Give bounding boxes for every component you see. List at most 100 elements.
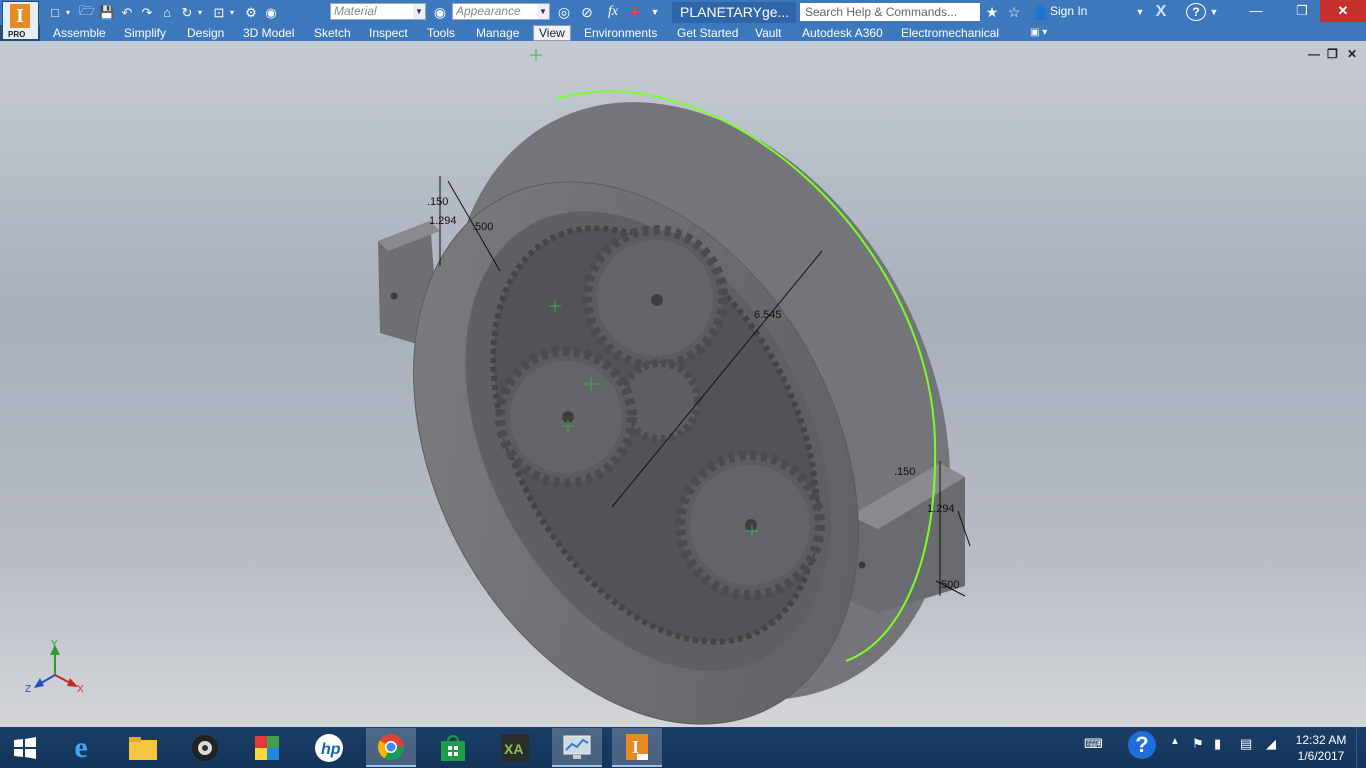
chevron-down-icon[interactable]: ▾ bbox=[198, 8, 206, 17]
parameters-fx-icon[interactable]: fx bbox=[603, 3, 623, 21]
help-tray-icon[interactable]: ? bbox=[1128, 731, 1156, 759]
monitor-chart-icon bbox=[563, 735, 591, 759]
dimension-right-500[interactable]: .500 bbox=[938, 579, 959, 591]
quick-access-toolbar: □ ▾ 🗁 💾 ↶ ↷ ⌂ ↻ ▾ ⊡ ▾ ⚙ ◉ bbox=[46, 3, 282, 22]
svg-text:XA: XA bbox=[504, 741, 523, 757]
open-folder-icon[interactable]: 🗁 bbox=[78, 3, 96, 22]
tab-inspect[interactable]: Inspect bbox=[369, 25, 408, 41]
user-icon[interactable]: 👤 bbox=[1032, 3, 1049, 21]
minimize-button[interactable]: — bbox=[1234, 0, 1278, 22]
search-help-input[interactable]: Search Help & Commands... bbox=[800, 3, 980, 21]
network-signal-icon[interactable]: ▤ bbox=[1240, 736, 1252, 752]
task-manager-button[interactable] bbox=[552, 728, 602, 767]
tab-vault[interactable]: Vault bbox=[755, 25, 781, 41]
tab-autodesk-a360[interactable]: Autodesk A360 bbox=[802, 25, 883, 41]
webcam-app-button[interactable] bbox=[180, 728, 230, 767]
new-file-icon[interactable]: □ bbox=[46, 4, 64, 22]
show-desktop-button[interactable] bbox=[1356, 727, 1366, 768]
tab-assemble[interactable]: Assemble bbox=[53, 25, 106, 41]
graphics-viewport[interactable]: — ❐ ✕ 6.545 .150 1.294 .500 .150 1.294 .… bbox=[0, 41, 1366, 727]
save-icon[interactable]: 💾 bbox=[98, 4, 116, 22]
chevron-down-icon[interactable]: ▼ bbox=[1208, 3, 1220, 21]
tab-manage[interactable]: Manage bbox=[476, 25, 519, 41]
store-bag-icon bbox=[441, 734, 465, 761]
appearance-placeholder: Appearance bbox=[456, 4, 521, 18]
measure-icon[interactable]: ⚙ bbox=[242, 4, 260, 22]
ribbon-display-options-icon[interactable]: ▣ ▾ bbox=[1030, 25, 1047, 41]
favorites-star-icon[interactable]: ☆ bbox=[1006, 3, 1022, 21]
chevron-down-icon[interactable]: ▼ bbox=[1134, 3, 1146, 21]
binoculars-icon[interactable]: ★ bbox=[984, 3, 1000, 21]
chevron-down-icon[interactable]: ▾ bbox=[230, 8, 238, 17]
planet-gear-lower[interactable] bbox=[675, 450, 825, 600]
system-clock[interactable]: 12:32 AM 1/6/2017 bbox=[1290, 732, 1352, 764]
undo-icon[interactable]: ↶ bbox=[118, 4, 136, 22]
sign-in-link[interactable]: Sign In bbox=[1050, 4, 1087, 18]
document-title: PLANETARYge... bbox=[672, 2, 796, 23]
tab-simplify[interactable]: Simplify bbox=[124, 25, 166, 41]
chrome-button[interactable] bbox=[366, 728, 416, 767]
chevron-down-icon[interactable]: ▼ bbox=[413, 4, 425, 19]
chevron-down-icon[interactable]: ▼ bbox=[537, 4, 549, 19]
appearance-icon[interactable]: ◉ bbox=[431, 3, 449, 21]
redo-icon[interactable]: ↷ bbox=[138, 4, 156, 22]
inventor-logo-icon: I bbox=[10, 4, 30, 28]
dimension-right-150[interactable]: .150 bbox=[894, 466, 915, 478]
dimension-left-150[interactable]: .150 bbox=[427, 196, 448, 208]
ilogic-plus-icon[interactable]: + bbox=[626, 3, 644, 21]
dimension-left-1294[interactable]: 1.294 bbox=[429, 215, 457, 227]
start-button[interactable] bbox=[0, 728, 50, 767]
inventor-button[interactable]: I bbox=[612, 728, 662, 767]
right-mount-hole bbox=[858, 561, 866, 569]
dimension-left-500[interactable]: .500 bbox=[472, 221, 493, 233]
internet-explorer-button[interactable]: e bbox=[56, 728, 106, 767]
xsplit-icon: XA bbox=[501, 733, 529, 762]
touch-keyboard-icon[interactable]: ⌨ bbox=[1084, 736, 1103, 752]
axis-x-label: X bbox=[77, 684, 84, 695]
tab-environments[interactable]: Environments bbox=[584, 25, 657, 41]
update-icon[interactable]: ↻ bbox=[178, 4, 196, 22]
tab-tools[interactable]: Tools bbox=[427, 25, 455, 41]
planet-gear-upper[interactable] bbox=[582, 225, 728, 371]
ribbon-tab-bar: Assemble Simplify Design 3D Model Sketch… bbox=[40, 25, 1366, 41]
adjust-appearance-icon[interactable]: ◎ bbox=[555, 3, 573, 21]
appearance-dropdown[interactable]: Appearance ▼ bbox=[452, 3, 550, 20]
close-button[interactable]: ✕ bbox=[1320, 0, 1366, 22]
internet-explorer-icon: e bbox=[74, 730, 88, 764]
hp-support-button[interactable]: hp bbox=[304, 728, 354, 767]
tab-3d-model[interactable]: 3D Model bbox=[243, 25, 294, 41]
webcam-icon bbox=[192, 734, 218, 761]
tab-view[interactable]: View bbox=[533, 25, 571, 41]
home-icon[interactable]: ⌂ bbox=[158, 4, 176, 22]
restore-button[interactable]: ❐ bbox=[1280, 0, 1324, 22]
windows-logo-icon bbox=[14, 736, 36, 759]
left-mount-hole bbox=[390, 292, 398, 300]
axis-z-label: Z bbox=[25, 684, 31, 695]
store-button[interactable] bbox=[428, 728, 478, 767]
model-canvas[interactable]: 6.545 .150 1.294 .500 .150 1.294 .500 Y … bbox=[0, 41, 1366, 727]
material-dropdown[interactable]: Material ▼ bbox=[330, 3, 426, 20]
clear-appearance-icon[interactable]: ⊘ bbox=[578, 3, 596, 21]
tab-design[interactable]: Design bbox=[187, 25, 224, 41]
application-menu-button[interactable]: I PRO bbox=[2, 1, 39, 40]
file-explorer-button[interactable] bbox=[118, 728, 168, 767]
volume-icon[interactable]: ◢ bbox=[1266, 736, 1276, 752]
dimension-right-1294[interactable]: 1.294 bbox=[927, 503, 955, 515]
tab-get-started[interactable]: Get Started bbox=[677, 25, 738, 41]
tab-sketch[interactable]: Sketch bbox=[314, 25, 351, 41]
planet-gear-left[interactable] bbox=[495, 346, 637, 488]
xsplit-button[interactable]: XA bbox=[490, 728, 540, 767]
material-placeholder: Material bbox=[334, 4, 377, 18]
tab-electromechanical[interactable]: Electromechanical bbox=[901, 25, 999, 41]
exchange-apps-icon[interactable]: X bbox=[1150, 3, 1172, 21]
battery-icon[interactable]: ▮ bbox=[1214, 736, 1221, 752]
show-hidden-icons-icon[interactable]: ▲ bbox=[1170, 736, 1180, 747]
customize-menu-icon[interactable]: ▼ bbox=[648, 3, 662, 21]
dimension-diameter[interactable]: 6.545 bbox=[754, 309, 782, 321]
hp-games-button[interactable] bbox=[242, 728, 292, 767]
color-wheel-icon[interactable]: ◉ bbox=[262, 4, 280, 22]
chevron-down-icon[interactable]: ▾ bbox=[66, 8, 74, 17]
action-center-flag-icon[interactable]: ⚑ bbox=[1192, 736, 1204, 752]
help-icon[interactable]: ? bbox=[1186, 3, 1206, 21]
select-icon[interactable]: ⊡ bbox=[210, 4, 228, 22]
